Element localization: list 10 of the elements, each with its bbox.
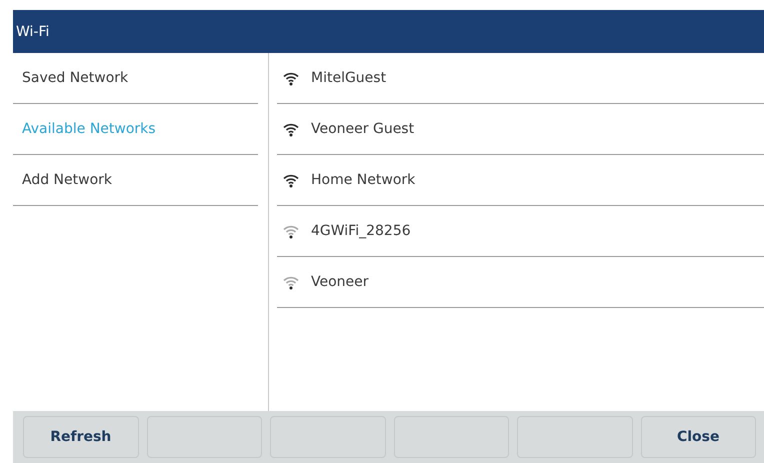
softkey-button[interactable]: Close (640, 416, 756, 458)
network-name[interactable]: 4GWiFi_28256 (311, 223, 411, 239)
network-name[interactable]: Home Network (311, 172, 416, 188)
softkey-button[interactable]: Refresh (23, 416, 138, 458)
window-title: Wi-Fi (13, 10, 764, 53)
network-name[interactable]: MitelGuest (311, 70, 386, 86)
sidebar-item[interactable]: Saved Network (13, 53, 258, 104)
sidebar-item[interactable]: Add Network (13, 155, 258, 206)
network-name[interactable]: Veoneer (311, 274, 369, 290)
network-name[interactable]: Veoneer Guest (311, 121, 414, 137)
